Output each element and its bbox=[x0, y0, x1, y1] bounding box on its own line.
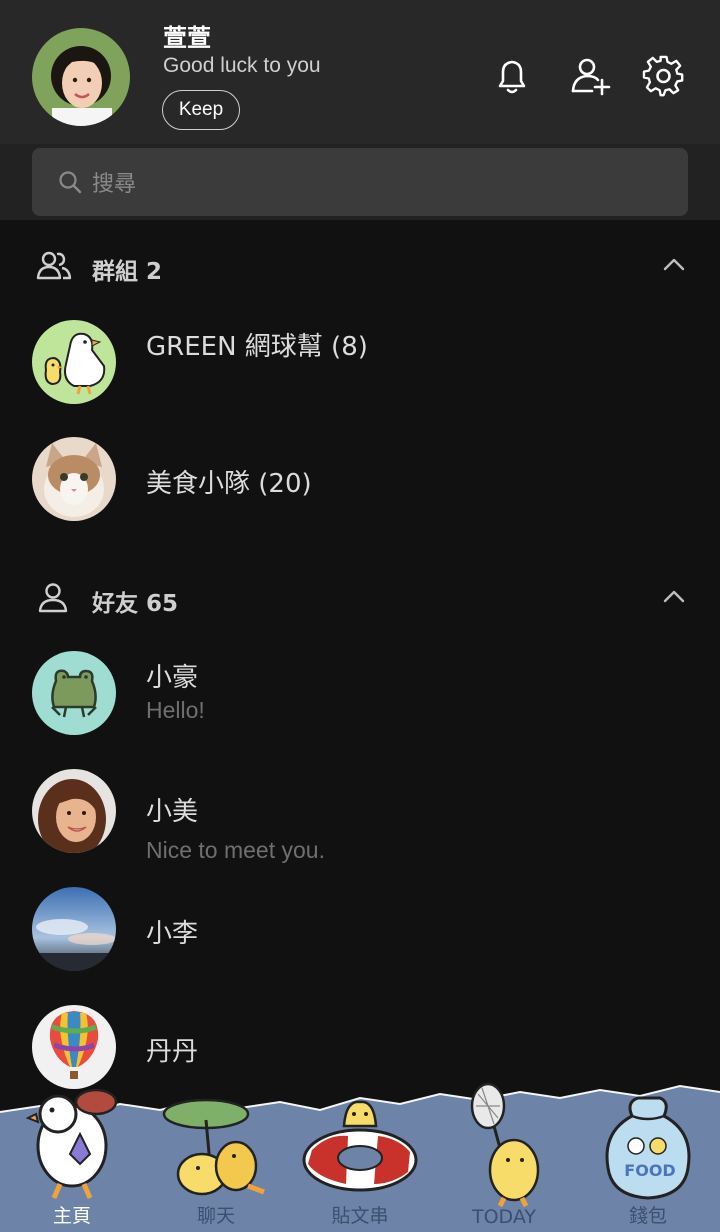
tab-label: TODAY bbox=[472, 1206, 536, 1228]
profile-avatar[interactable] bbox=[32, 28, 130, 126]
friend-row[interactable]: 小美 Nice to meet you. bbox=[0, 769, 720, 869]
tab-timeline[interactable]: 貼文串 bbox=[288, 1080, 432, 1232]
friend-name: 小李 bbox=[146, 919, 199, 949]
group-row-green-tennis[interactable]: GREEN 網球幫 (8) bbox=[0, 320, 720, 420]
group-avatar bbox=[32, 437, 116, 521]
friend-row[interactable]: 小豪 Hello! bbox=[0, 651, 720, 751]
food-bag-icon: FOOD bbox=[605, 1096, 691, 1200]
friends-section-header[interactable]: 好友 65 bbox=[0, 574, 720, 624]
bag-food-lettering: FOOD bbox=[624, 1161, 675, 1180]
search-placeholder: 搜尋 bbox=[92, 172, 137, 197]
duck-home-icon bbox=[25, 1088, 118, 1199]
chevron-up-icon[interactable] bbox=[660, 254, 688, 274]
duck-float-icon bbox=[302, 1100, 418, 1192]
groups-section-header[interactable]: 群組 2 bbox=[0, 242, 720, 292]
tab-chat[interactable]: 聊天 bbox=[144, 1080, 288, 1232]
search-input[interactable]: 搜尋 bbox=[32, 148, 688, 216]
ducks-chat-icon bbox=[162, 1098, 265, 1196]
tab-label: 貼文串 bbox=[331, 1205, 389, 1227]
friend-avatar bbox=[32, 887, 116, 971]
friend-row[interactable]: 小李 bbox=[0, 887, 720, 987]
keep-button[interactable]: Keep bbox=[162, 90, 240, 130]
group-name: GREEN 網球幫 (8) bbox=[146, 332, 368, 362]
friend-name: 丹丹 bbox=[146, 1037, 199, 1067]
settings-gear-icon[interactable] bbox=[642, 54, 686, 98]
groups-section-title: 群組 2 bbox=[92, 259, 163, 285]
group-row-food-team[interactable]: 美食小隊 (20) bbox=[0, 437, 720, 537]
bottom-tab-bar: 主頁 聊天 貼文串 TODAY FOOD 錢包 bbox=[0, 1080, 720, 1232]
chevron-up-icon[interactable] bbox=[660, 586, 688, 606]
tab-label: 聊天 bbox=[196, 1205, 235, 1227]
friend-name: 小美 bbox=[146, 797, 199, 827]
friend-avatar bbox=[32, 651, 116, 735]
friend-avatar bbox=[32, 769, 116, 853]
friend-name: 小豪 bbox=[146, 663, 199, 693]
tab-label: 錢包 bbox=[628, 1205, 667, 1227]
tab-label: 主頁 bbox=[52, 1205, 91, 1227]
tab-home[interactable]: 主頁 bbox=[0, 1080, 144, 1232]
friends-section-title: 好友 65 bbox=[92, 591, 179, 617]
friend-status: Hello! bbox=[146, 697, 205, 723]
group-avatar bbox=[32, 320, 116, 404]
tab-today[interactable]: TODAY bbox=[432, 1080, 576, 1232]
profile-name: 萱萱 bbox=[163, 24, 211, 52]
profile-status-message[interactable]: Good luck to you bbox=[163, 54, 321, 78]
duck-net-icon bbox=[470, 1082, 540, 1208]
add-friend-icon[interactable] bbox=[568, 54, 612, 98]
search-bar-container: 搜尋 bbox=[0, 144, 720, 220]
group-name: 美食小隊 (20) bbox=[146, 469, 312, 499]
tab-wallet[interactable]: FOOD 錢包 bbox=[576, 1080, 720, 1232]
person-icon bbox=[38, 583, 68, 613]
friend-status: Nice to meet you. bbox=[146, 837, 325, 863]
search-icon bbox=[59, 171, 82, 194]
group-icon bbox=[36, 251, 72, 280]
profile-header: 萱萱 Good luck to you Keep bbox=[0, 0, 720, 144]
friend-avatar bbox=[32, 1005, 116, 1089]
bell-icon[interactable] bbox=[490, 54, 534, 98]
